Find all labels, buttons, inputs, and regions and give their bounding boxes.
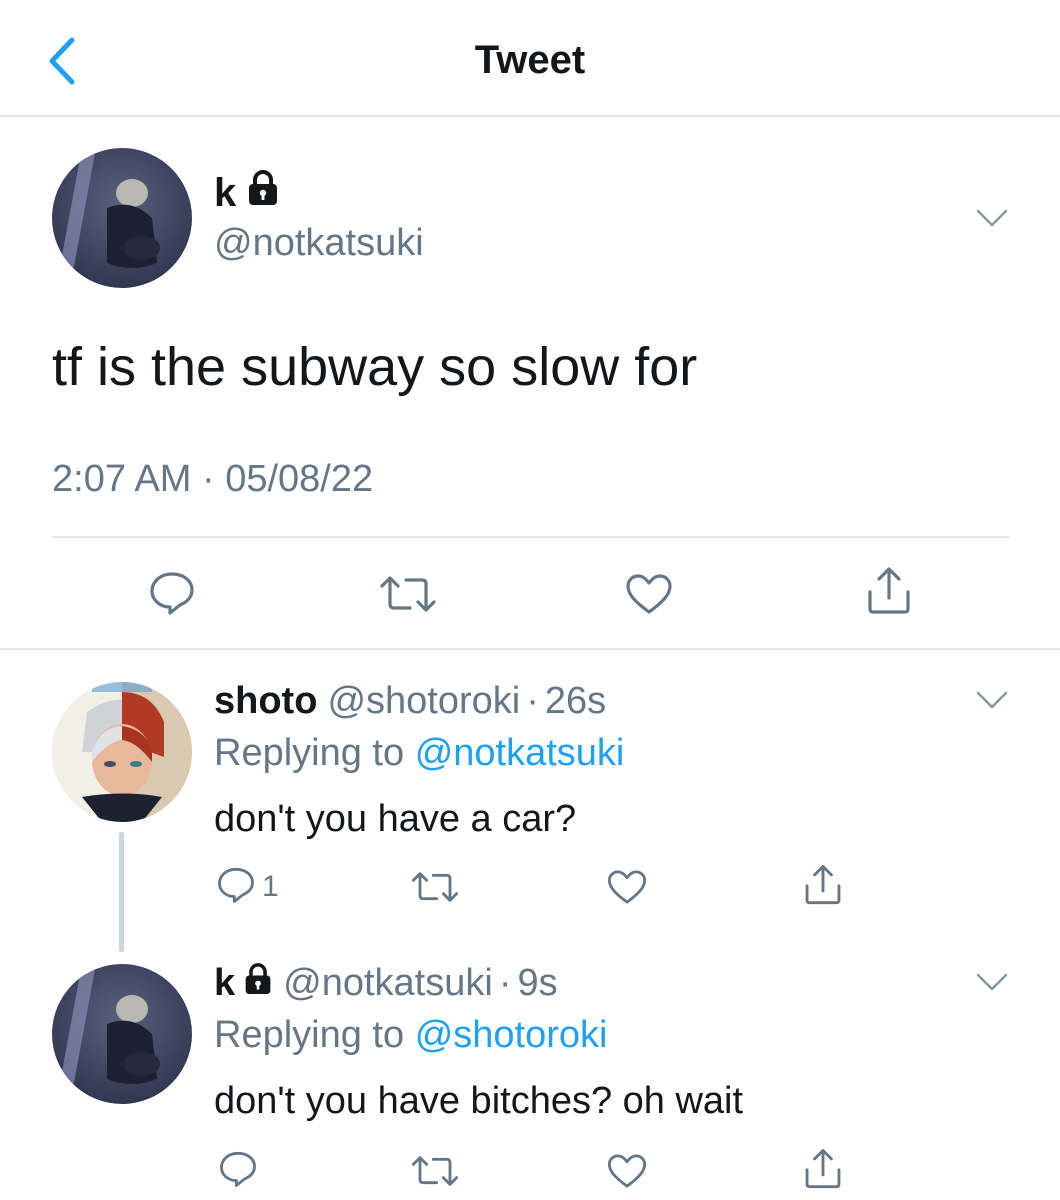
reply-header: k @notkatsuki · 9s [214, 962, 558, 1005]
avatar[interactable] [52, 148, 192, 288]
page-title: Tweet [474, 38, 586, 82]
replying-label: Replying to [214, 732, 405, 774]
share-icon[interactable] [864, 566, 914, 621]
tweet-text: tf is the subway so slow for [52, 337, 698, 397]
tweet-timestamp: 2:07 AM · 05/08/22 [52, 458, 374, 500]
reply-author-name[interactable]: k [214, 962, 235, 1005]
lock-icon [246, 170, 280, 216]
reply-icon[interactable] [218, 1150, 258, 1193]
like-icon[interactable] [624, 572, 674, 621]
thread-connector [119, 832, 124, 952]
reply-author-handle[interactable]: @shotoroki [327, 680, 520, 723]
reply-icon[interactable] [148, 570, 196, 621]
reply-count: 1 [262, 870, 279, 903]
author-display-name: k [214, 170, 237, 215]
reply-text: don't you have bitches? oh wait [214, 1080, 744, 1122]
reply-author-handle[interactable]: @notkatsuki [283, 962, 493, 1005]
separator: · [498, 962, 512, 1004]
replying-to: Replying to @notkatsuki [214, 732, 624, 775]
reply-author-name[interactable]: shoto [214, 680, 317, 723]
like-icon[interactable] [606, 1152, 648, 1195]
avatar[interactable] [52, 964, 192, 1104]
author-name[interactable]: k [214, 170, 280, 216]
share-icon[interactable] [802, 864, 844, 911]
author-handle[interactable]: @notkatsuki [214, 222, 424, 265]
top-bar: Tweet [0, 0, 1060, 117]
separator: · [526, 680, 539, 722]
reply-time: 26s [544, 680, 607, 722]
retweet-icon[interactable] [378, 574, 438, 619]
retweet-icon[interactable] [410, 870, 460, 909]
mention-link[interactable]: @notkatsuki [415, 732, 625, 774]
reply-text: don't you have a car? [214, 798, 577, 840]
reply-time: 9s [517, 962, 558, 1004]
lock-icon [243, 962, 273, 1005]
divider [52, 536, 1009, 538]
retweet-icon[interactable] [410, 1154, 460, 1193]
reply-icon[interactable] [216, 866, 256, 909]
share-icon[interactable] [802, 1148, 844, 1195]
replying-to: Replying to @shotoroki [214, 1014, 607, 1057]
divider [0, 648, 1060, 650]
chevron-down-icon[interactable] [974, 206, 1010, 230]
reply-header: shoto @shotoroki · 26s [214, 680, 606, 723]
avatar[interactable] [52, 682, 192, 822]
chevron-down-icon[interactable] [974, 688, 1010, 712]
like-icon[interactable] [606, 868, 648, 911]
mention-link[interactable]: @shotoroki [415, 1014, 608, 1056]
replying-label: Replying to [214, 1014, 405, 1056]
chevron-down-icon[interactable] [974, 970, 1010, 994]
